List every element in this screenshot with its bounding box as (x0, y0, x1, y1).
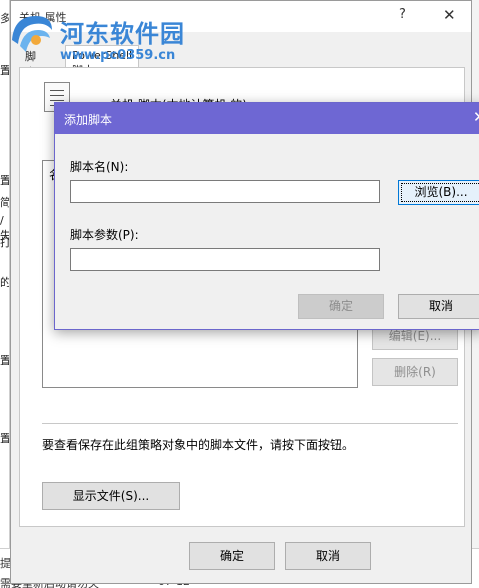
script-params-input[interactable] (70, 248, 380, 271)
background-window-strip: 多 置 置 简 /失 打 的 置 置 (0, 0, 10, 588)
add-script-dialog: 添加脚本 ✕ 脚本名(N): 浏览(B)... 脚本参数(P): 确定 取消 (54, 102, 479, 330)
remove-button[interactable]: 删除(R) (372, 358, 458, 386)
add-script-title: 添加脚本 (64, 113, 113, 127)
script-name-input[interactable] (70, 180, 380, 203)
watermark-url: www.pc0359.cn (60, 48, 176, 63)
close-icon[interactable]: ✕ (473, 108, 479, 126)
add-cancel-button[interactable]: 取消 (398, 294, 479, 319)
divider (42, 423, 458, 424)
watermark-logo-icon (12, 16, 52, 52)
help-icon[interactable]: ? (399, 7, 406, 22)
bg-fragment: 置 (0, 174, 10, 187)
info-text: 要查看保存在此组策略对象中的脚本文件，请按下面按钮。 (42, 438, 355, 452)
close-icon[interactable]: ✕ (443, 6, 456, 24)
cancel-button[interactable]: 取消 (285, 542, 371, 570)
add-script-title-bar: 添加脚本 ✕ (55, 103, 479, 134)
watermark-title: 河东软件园 (60, 20, 185, 48)
script-params-label: 脚本参数(P): (70, 228, 139, 242)
bg-fragment: 置 (0, 354, 10, 367)
show-files-button[interactable]: 显示文件(S)... (42, 482, 180, 510)
add-ok-button[interactable]: 确定 (298, 294, 384, 319)
bg-fragment: 的 (0, 276, 10, 289)
ok-button[interactable]: 确定 (189, 542, 275, 570)
watermark: 河东软件园 www.pc0359.cn (2, 8, 212, 68)
bg-fragment: 打 (0, 236, 10, 249)
bg-fragment: 简 (0, 196, 10, 209)
browse-button[interactable]: 浏览(B)... (398, 180, 479, 205)
script-name-label: 脚本名(N): (70, 160, 129, 174)
bg-fragment: 置 (0, 432, 10, 445)
